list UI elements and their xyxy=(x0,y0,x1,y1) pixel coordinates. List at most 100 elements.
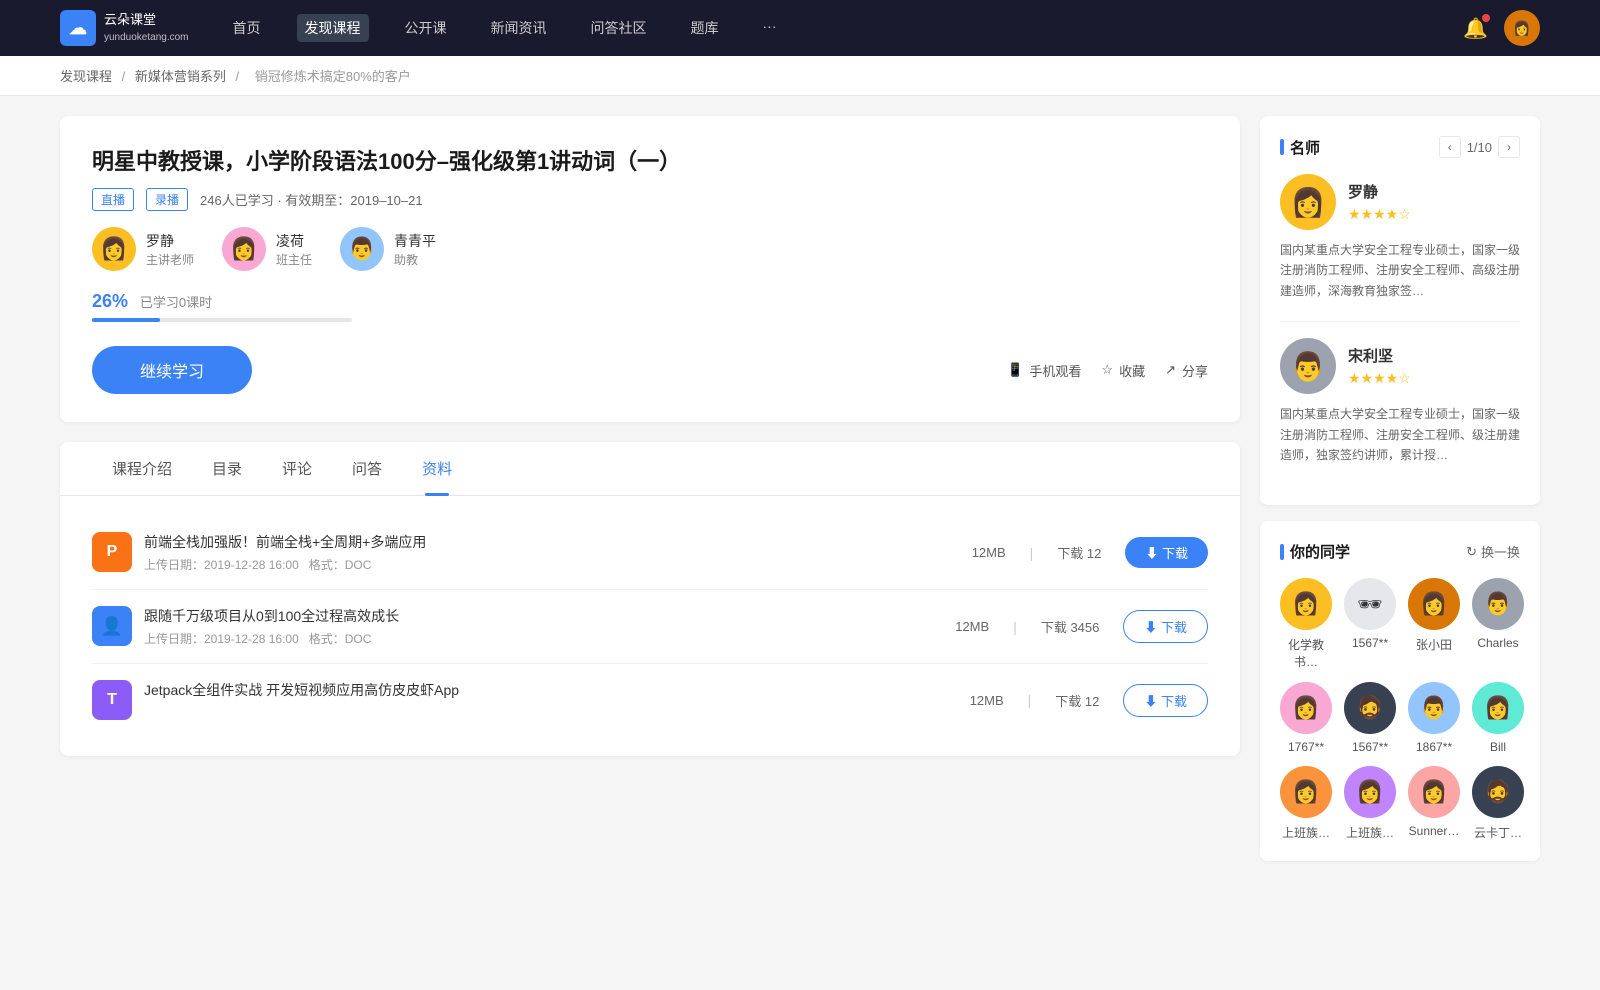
file-name-2: 跟随千万级项目从0到100全过程高效成长 xyxy=(144,606,399,626)
student-item-9[interactable]: 👩 上班族… xyxy=(1280,766,1332,841)
logo-text: 云朵课堂yunduoketang.com xyxy=(104,12,189,44)
download-button-2[interactable]: ⬇ 下载 xyxy=(1123,610,1208,643)
student-item-1[interactable]: 👩 化学教书… xyxy=(1280,578,1332,670)
file-name-3: Jetpack全组件实战 开发短视频应用高仿皮皮虾App xyxy=(144,680,459,700)
collect-button[interactable]: ☆ 收藏 xyxy=(1101,361,1145,380)
notification-bell[interactable]: 🔔 xyxy=(1463,16,1488,41)
share-button[interactable]: ↗ 分享 xyxy=(1165,361,1208,380)
teacher-card-name-1: 罗静 xyxy=(1348,181,1411,202)
breadcrumb-series[interactable]: 新媒体营销系列 xyxy=(135,69,226,84)
student-avatar-2: 🕶 xyxy=(1344,578,1396,630)
student-item-7[interactable]: 👨 1867** xyxy=(1408,682,1460,754)
student-item-10[interactable]: 👩 上班族… xyxy=(1344,766,1396,841)
file-meta-2: 上传日期：2019-12-28 16:00 格式：DOC xyxy=(144,630,399,647)
navbar-left: ☁ 云朵课堂yunduoketang.com 首页 发现课程 公开课 新闻资讯 … xyxy=(60,10,785,46)
student-item-6[interactable]: 🧔 1567** xyxy=(1344,682,1396,754)
download-button-3[interactable]: ⬇ 下载 xyxy=(1123,684,1208,717)
student-item-11[interactable]: 👩 Sunner… xyxy=(1408,766,1460,841)
file-meta-1: 上传日期：2019-12-28 16:00 格式：DOC xyxy=(144,556,426,573)
teacher-role-2: 班主任 xyxy=(276,251,312,268)
teacher-role-1: 主讲老师 xyxy=(146,251,194,268)
nav-item-exam[interactable]: 题库 xyxy=(683,14,727,42)
continue-button[interactable]: 继续学习 xyxy=(92,346,252,394)
student-item-5[interactable]: 👩 1767** xyxy=(1280,682,1332,754)
teacher-role-3: 助教 xyxy=(394,251,436,268)
student-item-8[interactable]: 👩 Bill xyxy=(1472,682,1524,754)
student-item-4[interactable]: 👨 Charles xyxy=(1472,578,1524,670)
main-layout: 明星中教授课，小学阶段语法100分–强化级第1讲动词（一） 直播 录播 246人… xyxy=(0,96,1600,897)
student-avatar-6: 🧔 xyxy=(1344,682,1396,734)
student-name-4: Charles xyxy=(1477,636,1518,650)
file-icon-2: 👤 xyxy=(92,606,132,646)
tab-comments[interactable]: 评论 xyxy=(262,442,332,495)
navbar: ☁ 云朵课堂yunduoketang.com 首页 发现课程 公开课 新闻资讯 … xyxy=(0,0,1600,56)
student-avatar-7: 👨 xyxy=(1408,682,1460,734)
teacher-name-3: 青青平 xyxy=(394,231,436,251)
refresh-icon: ↻ xyxy=(1466,544,1477,560)
file-item-2: 👤 跟随千万级项目从0到100全过程高效成长 上传日期：2019-12-28 1… xyxy=(92,590,1208,664)
student-name-5: 1767** xyxy=(1288,740,1324,754)
tab-catalog[interactable]: 目录 xyxy=(192,442,262,495)
nav-item-more[interactable]: ··· xyxy=(755,14,785,42)
nav-item-open[interactable]: 公开课 xyxy=(397,14,455,42)
navbar-right: 🔔 👩 xyxy=(1463,10,1540,46)
mobile-watch-button[interactable]: 📱 手机观看 xyxy=(1007,361,1081,380)
student-item-2[interactable]: 🕶 1567** xyxy=(1344,578,1396,670)
teacher-card-1: 👩 罗静 ★★★★☆ 国内某重点大学安全工程专业硕士，国家一级注册消防工程师、注… xyxy=(1280,174,1520,301)
progress-sub: 已学习0课时 xyxy=(140,295,212,310)
tab-intro[interactable]: 课程介绍 xyxy=(92,442,192,495)
teacher-card-avatar-1: 👩 xyxy=(1280,174,1336,230)
student-item-12[interactable]: 🧔 云卡丁… xyxy=(1472,766,1524,841)
file-size-1: 12MB xyxy=(972,545,1006,560)
student-avatar-8: 👩 xyxy=(1472,682,1524,734)
download-button-1[interactable]: ⬇ 下载 xyxy=(1125,537,1208,568)
file-left-1: P 前端全栈加强版！前端全栈+全周期+多端应用 上传日期：2019-12-28 … xyxy=(92,532,426,573)
student-item-3[interactable]: 👩 张小田 xyxy=(1408,578,1460,670)
file-size-3: 12MB xyxy=(970,693,1004,708)
breadcrumb: 发现课程 / 新媒体营销系列 / 销冠修炼术搞定80%的客户 xyxy=(0,56,1600,96)
nav-items: 首页 发现课程 公开课 新闻资讯 问答社区 题库 ··· xyxy=(225,14,785,42)
logo-icon: ☁ xyxy=(60,10,96,46)
progress-bar-bg xyxy=(92,318,352,322)
student-name-3: 张小田 xyxy=(1416,636,1452,653)
file-item-3: T Jetpack全组件实战 开发短视频应用高仿皮皮虾App 12MB | 下载… xyxy=(92,664,1208,736)
file-size-2: 12MB xyxy=(955,619,989,634)
teacher-card-2: 👨 宋利坚 ★★★★☆ 国内某重点大学安全工程专业硕士，国家一级注册消防工程师、… xyxy=(1280,338,1520,465)
students-grid: 👩 化学教书… 🕶 1567** 👩 张小田 👨 Charles 👩 xyxy=(1280,578,1520,841)
tabs-content: P 前端全栈加强版！前端全栈+全周期+多端应用 上传日期：2019-12-28 … xyxy=(60,496,1240,756)
pagination-ctrl: ‹ 1/10 › xyxy=(1439,136,1520,158)
tab-qa[interactable]: 问答 xyxy=(332,442,402,495)
prev-page-btn[interactable]: ‹ xyxy=(1439,136,1461,158)
student-name-6: 1567** xyxy=(1352,740,1388,754)
file-left-2: 👤 跟随千万级项目从0到100全过程高效成长 上传日期：2019-12-28 1… xyxy=(92,606,399,647)
teachers-title: 名师 xyxy=(1280,137,1320,158)
next-page-btn[interactable]: › xyxy=(1498,136,1520,158)
nav-item-home[interactable]: 首页 xyxy=(225,14,269,42)
teacher-item-2: 👩 凌荷 班主任 xyxy=(222,227,312,271)
teacher-card-header-1: 👩 罗静 ★★★★☆ xyxy=(1280,174,1520,230)
teacher-divider xyxy=(1280,321,1520,322)
badge-live: 直播 xyxy=(92,188,134,211)
teacher-card-desc-2: 国内某重点大学安全工程专业硕士，国家一级注册消防工程师、注册安全工程师、级注册建… xyxy=(1280,404,1520,465)
course-title: 明星中教授课，小学阶段语法100分–强化级第1讲动词（一） xyxy=(92,144,1208,176)
course-meta-text: 246人已学习 · 有效期至：2019–10–21 xyxy=(200,190,423,209)
teachers-section-title: 名师 ‹ 1/10 › xyxy=(1280,136,1520,158)
student-avatar-5: 👩 xyxy=(1280,682,1332,734)
student-avatar-12: 🧔 xyxy=(1472,766,1524,818)
course-actions: 继续学习 📱 手机观看 ☆ 收藏 ↗ 分享 xyxy=(92,346,1208,394)
tab-resources[interactable]: 资料 xyxy=(402,442,472,495)
badge-record: 录播 xyxy=(146,188,188,211)
nav-item-qa[interactable]: 问答社区 xyxy=(583,14,655,42)
nav-item-news[interactable]: 新闻资讯 xyxy=(483,14,555,42)
student-name-10: 上班族… xyxy=(1346,824,1394,841)
nav-item-discover[interactable]: 发现课程 xyxy=(297,14,369,42)
teachers-list: 👩 罗静 主讲老师 👩 凌荷 班主任 👨 青青平 xyxy=(92,227,1208,271)
user-avatar[interactable]: 👩 xyxy=(1504,10,1540,46)
teacher-card-avatar-2: 👨 xyxy=(1280,338,1336,394)
breadcrumb-discover[interactable]: 发现课程 xyxy=(60,69,112,84)
student-name-8: Bill xyxy=(1490,740,1506,754)
logo[interactable]: ☁ 云朵课堂yunduoketang.com xyxy=(60,10,189,46)
file-left-3: T Jetpack全组件实战 开发短视频应用高仿皮皮虾App xyxy=(92,680,459,720)
teacher-stars-2: ★★★★☆ xyxy=(1348,370,1411,387)
refresh-button[interactable]: ↻ 换一换 xyxy=(1466,542,1520,561)
